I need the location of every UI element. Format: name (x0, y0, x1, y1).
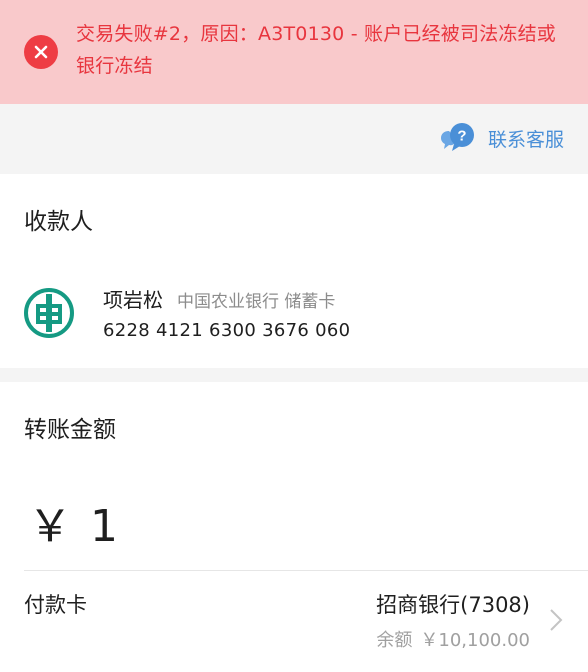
chat-question-icon: ? (440, 123, 474, 151)
payee-section: 收款人 项岩松 中国农业银行 储蓄卡 6228 4121 6300 3676 0… (0, 174, 588, 368)
contact-service-button[interactable]: ? 联系客服 (440, 122, 564, 154)
abc-bank-logo (24, 288, 74, 338)
payee-bank: 中国农业银行 储蓄卡 (177, 292, 336, 312)
close-icon (24, 35, 58, 69)
payer-card-name: 招商银行(7308) (376, 593, 530, 617)
transfer-section: 转账金额 ￥ 1 付款卡 招商银行(7308) 余额 ￥10,100.00 (0, 382, 588, 672)
amount-value: 1 (90, 501, 118, 552)
payee-section-title: 收款人 (24, 209, 93, 235)
service-bar: ? 联系客服 (0, 104, 588, 172)
payer-card-label: 付款卡 (24, 593, 87, 617)
balance-label: 余额 (376, 630, 413, 651)
amount-input[interactable]: ￥ 1 (28, 490, 118, 554)
amount-section-title: 转账金额 (24, 417, 116, 443)
payer-balance: 余额 ￥10,100.00 (376, 626, 530, 652)
error-message: 交易失败#2，原因：A3T0130 - 账户已经被司法冻结或银行冻结 (76, 23, 556, 77)
balance-value: ￥10,100.00 (420, 630, 530, 651)
payee-info: 项岩松 中国农业银行 储蓄卡 (103, 284, 335, 313)
transfer-page: 交易失败#2，原因：A3T0130 - 账户已经被司法冻结或银行冻结 ? 联系客… (0, 0, 588, 672)
payer-card-selector[interactable]: 付款卡 招商银行(7308) 余额 ￥10,100.00 (0, 571, 588, 672)
payee-name: 项岩松 (103, 288, 163, 312)
svg-text:?: ? (457, 128, 466, 145)
currency-symbol: ￥ (28, 501, 72, 552)
chevron-right-icon (550, 609, 563, 631)
contact-service-label: 联系客服 (487, 128, 564, 151)
error-banner: 交易失败#2，原因：A3T0130 - 账户已经被司法冻结或银行冻结 (0, 0, 588, 104)
payee-account-number: 6228 4121 6300 3676 060 (103, 320, 351, 341)
